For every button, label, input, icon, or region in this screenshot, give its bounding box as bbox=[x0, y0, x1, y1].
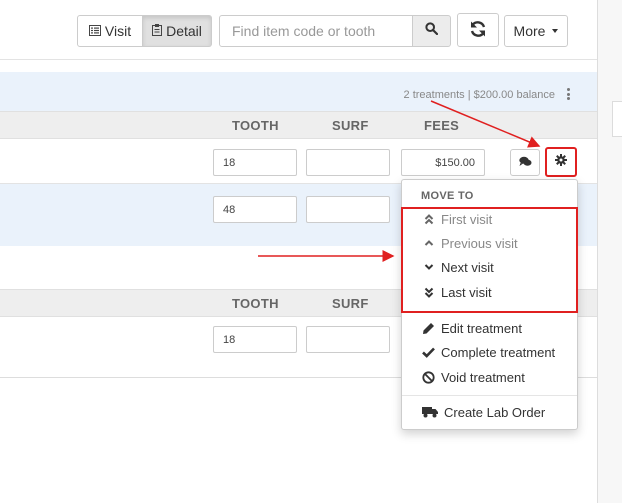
treatment-row: 18 $150.00 bbox=[0, 139, 597, 184]
caret-down-icon bbox=[552, 29, 559, 33]
table-header: TOOTH SURF FEES bbox=[0, 111, 597, 139]
tooth-field[interactable]: 18 bbox=[213, 149, 297, 176]
menu-item-edit-treatment[interactable]: Edit treatment bbox=[422, 318, 522, 338]
gear-icon bbox=[555, 153, 567, 171]
search-input[interactable] bbox=[219, 15, 413, 47]
menu-divider bbox=[402, 395, 577, 396]
search-button[interactable] bbox=[412, 15, 451, 47]
surface-field[interactable] bbox=[306, 326, 390, 353]
column-header-fees: FEES bbox=[424, 118, 460, 133]
truck-icon bbox=[422, 406, 438, 419]
column-header-surf: SURF bbox=[332, 118, 369, 133]
tooth-field[interactable]: 48 bbox=[213, 196, 297, 223]
menu-item-label: Edit treatment bbox=[441, 320, 522, 336]
clipboard-icon bbox=[152, 23, 163, 39]
visit-summary: 2 treatments | $200.00 balance bbox=[403, 89, 555, 101]
more-label: More bbox=[513, 23, 546, 39]
surface-field[interactable] bbox=[306, 196, 390, 223]
kebab-icon[interactable] bbox=[567, 88, 571, 100]
refresh-icon bbox=[468, 19, 488, 42]
tooth-field[interactable]: 18 bbox=[213, 326, 297, 353]
menu-item-void-treatment[interactable]: Void treatment bbox=[422, 367, 525, 387]
side-panel-edge bbox=[612, 101, 622, 137]
surface-field[interactable] bbox=[306, 149, 390, 176]
ban-icon bbox=[422, 370, 435, 384]
detail-view-label: Detail bbox=[166, 23, 202, 39]
move-to-header: MOVE TO bbox=[421, 190, 474, 202]
detail-view-button[interactable]: Detail bbox=[143, 15, 212, 47]
refresh-button[interactable] bbox=[457, 13, 499, 47]
more-dropdown-button[interactable]: More bbox=[504, 15, 568, 47]
visit-view-button[interactable]: Visit bbox=[77, 15, 143, 47]
list-icon bbox=[88, 23, 101, 39]
menu-item-label: Create Lab Order bbox=[444, 404, 546, 420]
menu-item-label: Void treatment bbox=[441, 369, 525, 385]
search-group bbox=[219, 15, 451, 47]
pencil-icon bbox=[422, 322, 435, 335]
column-header-tooth: TOOTH bbox=[232, 296, 279, 311]
menu-item-label: Complete treatment bbox=[441, 344, 556, 360]
treatment-settings-button[interactable] bbox=[545, 147, 577, 177]
column-header-surf: SURF bbox=[332, 296, 369, 311]
menu-item-complete-treatment[interactable]: Complete treatment bbox=[422, 342, 555, 362]
comments-icon bbox=[518, 154, 532, 172]
menu-item-create-lab-order[interactable]: Create Lab Order bbox=[422, 402, 545, 422]
notes-button[interactable] bbox=[510, 149, 540, 176]
toolbar: Visit Detail More bbox=[0, 0, 597, 60]
right-scroll-rail bbox=[597, 0, 622, 503]
visit-view-label: Visit bbox=[104, 23, 132, 39]
column-header-tooth: TOOTH bbox=[232, 118, 279, 133]
fee-field[interactable]: $150.00 bbox=[401, 149, 485, 176]
annotation-highlight-box bbox=[401, 207, 578, 313]
check-icon bbox=[422, 346, 435, 359]
search-icon bbox=[425, 22, 439, 40]
